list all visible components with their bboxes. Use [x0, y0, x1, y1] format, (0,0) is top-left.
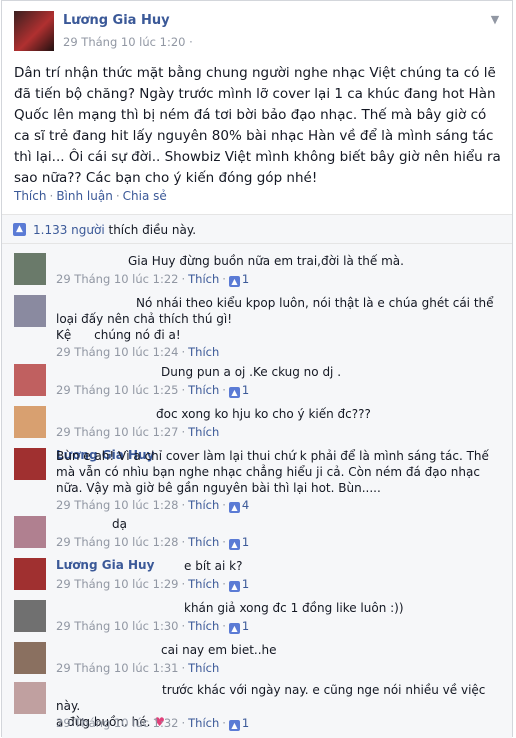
- comment-like-link[interactable]: Thích: [188, 345, 219, 359]
- comment-meta: 29 Tháng 10 lúc 1:31 · Thích: [56, 661, 220, 675]
- thumbs-up-icon: ▲: [228, 623, 240, 634]
- comment-timestamp[interactable]: 29 Tháng 10 lúc 1:27: [56, 425, 178, 439]
- author-avatar[interactable]: [14, 11, 54, 51]
- comment-timestamp[interactable]: 29 Tháng 10 lúc 1:28: [56, 498, 178, 512]
- avatar[interactable]: [14, 448, 46, 480]
- post-body: Dân trí nhận thức mặt bằng chung người n…: [14, 65, 501, 186]
- thumbs-up-icon: ▲: [228, 502, 240, 513]
- comment-like-count[interactable]: 1: [242, 535, 249, 549]
- comment-like-link[interactable]: Thích: [188, 716, 219, 730]
- thumbs-up-icon: ▲: [228, 720, 240, 731]
- comment-meta: 29 Tháng 10 lúc 1:22 · Thích · ▲ 1: [56, 272, 250, 287]
- thumbs-up-icon: ▲: [228, 387, 240, 398]
- comment-like-link[interactable]: Thích: [188, 661, 219, 675]
- thumbs-up-icon: ▲: [228, 539, 240, 550]
- comment-like-count[interactable]: 1: [242, 716, 249, 730]
- comment-timestamp[interactable]: 29 Tháng 10 lúc 1:30: [56, 619, 178, 633]
- likes-count[interactable]: 1.133 người: [33, 223, 105, 237]
- avatar[interactable]: [14, 558, 46, 590]
- comment-meta: 29 Tháng 10 lúc 1:30 · Thích · ▲ 1: [56, 619, 250, 634]
- comment-text: Bùn e ah! Vì a chỉ cover làm lại thui ch…: [56, 449, 493, 495]
- thumbs-up-icon: ▲: [13, 223, 26, 236]
- comment-text: đoc xong ko hju ko cho ý kiến đc???: [156, 407, 371, 421]
- comment-meta: 29 Tháng 10 lúc 1:28 · Thích · ▲ 1: [56, 535, 250, 550]
- avatar[interactable]: [14, 516, 46, 548]
- comment-text: e bít ai k?: [184, 559, 243, 573]
- comment-like-link[interactable]: Thích: [188, 498, 219, 512]
- likes-summary: ▲ 1.133 người thích điều này.: [2, 214, 512, 244]
- comment-like-link[interactable]: Thích: [188, 425, 219, 439]
- post-card: Lương Gia Huy 29 Tháng 10 lúc 1:20 · ▼ D…: [1, 0, 513, 738]
- thumbs-up-icon: ▲: [228, 276, 240, 287]
- comment-like-link[interactable]: Thích: [188, 535, 219, 549]
- comment-text: cai nay em biet..he: [161, 643, 277, 657]
- comment-link[interactable]: Bình luận: [56, 189, 113, 203]
- chevron-down-icon[interactable]: ▼: [488, 13, 502, 27]
- comment-like-link[interactable]: Thích: [188, 619, 219, 633]
- avatar[interactable]: [14, 600, 46, 632]
- comment-like-count[interactable]: 1: [242, 577, 249, 591]
- comment-meta: 29 Tháng 10 lúc 1:25 · Thích · ▲ 1: [56, 383, 250, 398]
- comment-timestamp[interactable]: 29 Tháng 10 lúc 1:29: [56, 577, 178, 591]
- comment-timestamp[interactable]: 29 Tháng 10 lúc 1:28: [56, 535, 178, 549]
- comment-timestamp[interactable]: 29 Tháng 10 lúc 1:32: [56, 716, 178, 730]
- post-actions: Thích · Bình luận · Chia sẻ: [14, 189, 167, 203]
- avatar[interactable]: [14, 682, 46, 714]
- comment-timestamp[interactable]: 29 Tháng 10 lúc 1:31: [56, 661, 178, 675]
- comment-meta: 29 Tháng 10 lúc 1:28 · Thích · ▲ 4: [56, 498, 250, 513]
- comment-timestamp[interactable]: 29 Tháng 10 lúc 1:22: [56, 272, 178, 286]
- avatar[interactable]: [14, 295, 46, 327]
- comment-text: Dung pun a oj .Ke ckug no dj .: [161, 365, 342, 379]
- comment-timestamp[interactable]: 29 Tháng 10 lúc 1:24: [56, 345, 178, 359]
- comment-like-count[interactable]: 1: [242, 619, 249, 633]
- comment-text: khán giả xong đc 1 đồng like luôn :)): [184, 601, 404, 615]
- comment-like-link[interactable]: Thích: [188, 577, 219, 591]
- comment-text: dạ: [112, 517, 127, 531]
- comment-text: Gia Huy đừng buồn nữa em trai,đời là thế…: [128, 254, 404, 268]
- post-header: Lương Gia Huy 29 Tháng 10 lúc 1:20 · ▼: [14, 11, 504, 55]
- avatar[interactable]: [14, 406, 46, 438]
- author-name[interactable]: Lương Gia Huy: [63, 13, 170, 28]
- comment-like-count[interactable]: 4: [242, 498, 249, 512]
- avatar[interactable]: [14, 642, 46, 674]
- comment-meta: 29 Tháng 10 lúc 1:27 · Thích: [56, 425, 220, 439]
- thumbs-up-icon: ▲: [228, 581, 240, 592]
- comment-text: Nó nhái theo kiểu kpop luôn, nói thật là…: [56, 296, 494, 342]
- avatar[interactable]: [14, 364, 46, 396]
- avatar[interactable]: [14, 253, 46, 285]
- comment-timestamp[interactable]: 29 Tháng 10 lúc 1:25: [56, 383, 178, 397]
- comment-meta: 29 Tháng 10 lúc 1:24 · Thích: [56, 345, 220, 359]
- comment-meta: 29 Tháng 10 lúc 1:32 · Thích · ▲ 1: [56, 716, 250, 731]
- comments-list: Gia Huy đừng buồn nữa em trai,đời là thế…: [2, 244, 512, 738]
- share-link[interactable]: Chia sẻ: [123, 189, 167, 203]
- comment-meta: 29 Tháng 10 lúc 1:29 · Thích · ▲ 1: [56, 577, 250, 592]
- comment-like-link[interactable]: Thích: [188, 272, 219, 286]
- like-link[interactable]: Thích: [14, 189, 46, 203]
- comment-like-count[interactable]: 1: [242, 383, 249, 397]
- post-timestamp[interactable]: 29 Tháng 10 lúc 1:20 ·: [63, 35, 193, 49]
- comment-like-link[interactable]: Thích: [188, 383, 219, 397]
- comment-like-count[interactable]: 1: [242, 272, 249, 286]
